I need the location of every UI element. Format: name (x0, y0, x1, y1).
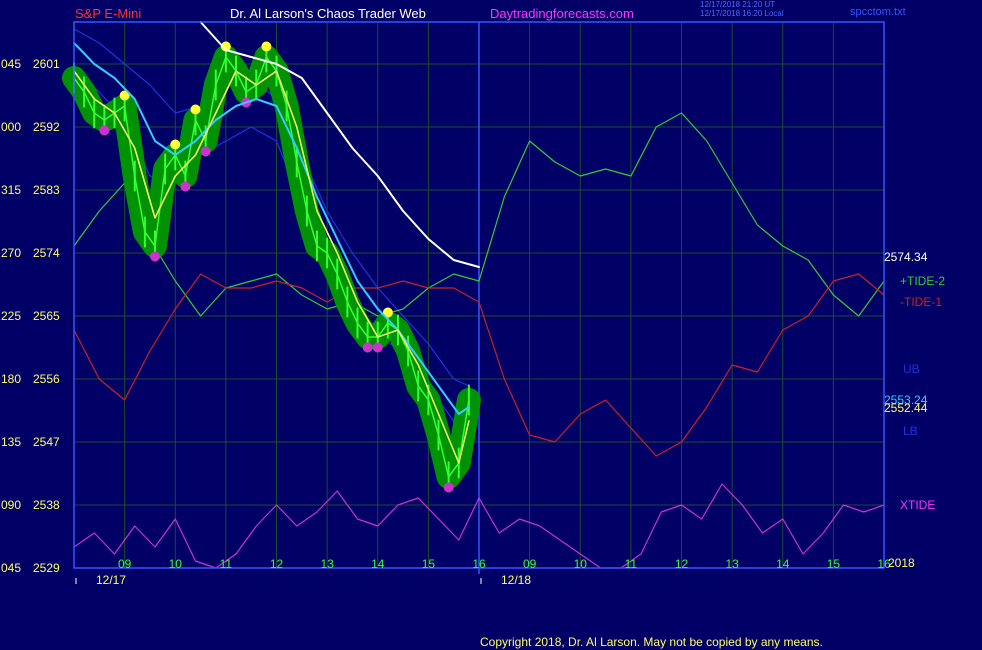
y-tick-label: 2547 (33, 435, 60, 449)
x-tick-label: 15 (827, 557, 841, 571)
low-dot (150, 251, 160, 262)
x-tick-label: 15 (422, 557, 436, 571)
page-title: Dr. Al Larson's Chaos Trader Web (230, 6, 426, 21)
x-tick-label: 16 (472, 557, 486, 571)
date-label: 12/17 (96, 573, 126, 587)
chart-canvas: 045 2529 090 2538 135 2547 180 2556 225 2565 270 25… (1, 21, 891, 587)
y-tick-label: 2529 (33, 561, 60, 575)
x-tick-label: 12 (270, 557, 284, 571)
x-tick-label: 14 (776, 557, 790, 571)
x-tick-label: 13 (320, 557, 334, 571)
low-dot (99, 125, 110, 136)
y-tick-left: 270 (1, 246, 21, 260)
high-dot (190, 104, 201, 115)
x-tick-label: 13 (725, 557, 739, 571)
y-tick-label: 2556 (33, 372, 60, 386)
low-dot (372, 342, 383, 353)
time-local: 12/17/2018 16:20 Local (700, 9, 784, 18)
file-name: spcctom.txt (850, 6, 906, 18)
time-ut: 12/17/2018 21:20 UT (700, 0, 776, 9)
copyright: Copyright 2018, Dr. Al Larson. May not b… (480, 635, 823, 649)
low-dot (180, 181, 191, 192)
lb-label: LB (903, 424, 918, 438)
y-tick-left: 315 (1, 183, 21, 197)
y-tick-left: 045 (1, 57, 21, 71)
x-tick-label: 09 (118, 557, 132, 571)
x-tick-label: 09 (523, 557, 537, 571)
x-tick-label: 14 (371, 557, 385, 571)
x-tick-label: 11 (625, 557, 638, 571)
y-tick-left: 090 (1, 498, 21, 512)
year-label: 2018 (888, 556, 915, 570)
low-dot (362, 342, 373, 353)
y-tick-left: 135 (1, 435, 21, 449)
high-dot (170, 139, 181, 150)
last-price: 2574.34 (884, 250, 928, 264)
x-tick-label: 10 (574, 557, 588, 571)
x-tick-label: 11 (220, 557, 233, 571)
ub-label: UB (903, 362, 920, 376)
x-tick-label: 10 (169, 557, 183, 571)
high-dot (261, 41, 272, 52)
site-link[interactable]: Daytradingforecasts.com (490, 6, 634, 21)
y-tick-left: 180 (1, 372, 21, 386)
series-line-price (62, 45, 481, 489)
y-tick-label: 2574 (33, 246, 60, 260)
low-dot (443, 482, 454, 493)
symbol-label: S&P E-Mini (75, 6, 142, 21)
tide1-label: -TIDE-1 (900, 295, 942, 309)
date-label: 12/18 (501, 573, 531, 587)
y-tick-left: 000 (1, 120, 21, 134)
tide2-label: +TIDE-2 (900, 274, 946, 288)
y-tick-label: 2583 (33, 183, 60, 197)
series-line-slow-ma (199, 21, 480, 268)
low-dot (200, 146, 211, 157)
y-tick-label: 2592 (33, 120, 60, 134)
x-tick-label: 12 (675, 557, 689, 571)
y-tick-label: 2601 (33, 57, 60, 71)
y-tick-left: 045 (1, 561, 21, 575)
lb-value: 2552.44 (884, 401, 928, 415)
y-tick-left: 225 (1, 309, 21, 323)
y-tick-label: 2565 (33, 309, 60, 323)
price-glow (62, 45, 481, 489)
xtide-label: XTIDE (900, 498, 936, 512)
y-tick-label: 2538 (33, 498, 60, 512)
